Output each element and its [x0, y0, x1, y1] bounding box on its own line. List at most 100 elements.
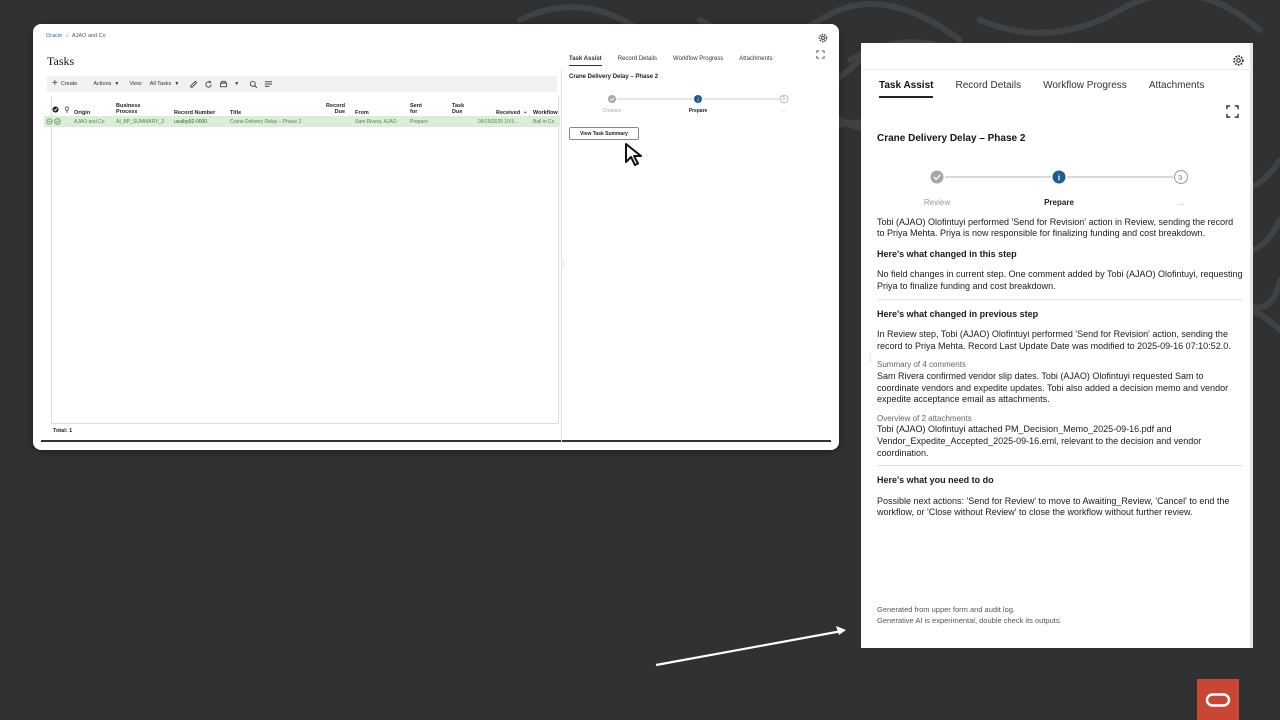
record-title: Crane Delivery Delay – Phase 2	[877, 133, 1026, 144]
panel-header-bar	[861, 43, 1253, 70]
oracle-logo-mark	[1205, 692, 1231, 707]
mini-step-label-next: ...	[781, 108, 787, 114]
tab-attachments[interactable]: Attachments	[1149, 80, 1205, 98]
column-header-record-due[interactable]: Record Due	[323, 103, 345, 115]
table-row[interactable]: AJAO and Co AI_BP_SUMMARY_2 usaibp02-000…	[44, 116, 560, 127]
svg-text:i: i	[1058, 173, 1060, 182]
caret-down-icon[interactable]: ▼	[234, 81, 239, 87]
footnote-experimental: Generative AI is experimental, double ch…	[877, 616, 1062, 625]
gear-icon[interactable]	[817, 32, 829, 44]
chevron-right-icon: ›	[66, 33, 69, 39]
view-value: All Tasks	[149, 81, 172, 87]
footnote-source: Generated from upper form and audit log.	[877, 605, 1015, 614]
refresh-icon[interactable]	[204, 80, 213, 89]
task-assist-panel: Task Assist Record Details Workflow Prog…	[861, 43, 1253, 648]
section-heading-this-step: Here's what changed in this step	[877, 248, 1017, 259]
drag-handle-icon[interactable]: · · ·	[869, 351, 871, 364]
task-assist-content: Crane Delivery Delay – Phase 2 i 3 Revie…	[877, 133, 1243, 519]
step-label-prepare: Prepare	[1044, 197, 1074, 207]
mini-record-title: Crane Delivery Delay – Phase 2	[569, 74, 659, 80]
step-label-next: ...	[1177, 197, 1185, 207]
section-body-todo: Possible next actions: 'Send for Review'…	[877, 495, 1230, 518]
column-header-task-due[interactable]: Task Due	[452, 103, 468, 115]
mini-workflow-stepper: i 3 Creation Prepare ...	[569, 90, 819, 114]
caret-down-icon: ▼	[114, 81, 120, 87]
cell-from: Sam Rivera, AJAO	[355, 119, 397, 125]
section-heading-previous-step: Here's what changed in previous step	[877, 308, 1039, 319]
comments-summary-heading: Summary of 4 comments	[877, 360, 966, 370]
view-task-summary-button[interactable]: View Task Summary	[569, 127, 639, 140]
tab-record-details[interactable]: Record Details	[955, 80, 1021, 98]
print-icon[interactable]	[219, 80, 228, 89]
mini-step-label-creation: Creation	[602, 108, 622, 114]
cell-origin: AJAO and Co	[74, 119, 105, 125]
pointer-arrow	[655, 626, 846, 667]
table-header: Origin Business Process Record Number Ti…	[52, 96, 560, 116]
pin-icon	[64, 106, 70, 115]
row-expand-icon[interactable]	[46, 118, 53, 127]
pencil-icon[interactable]	[189, 80, 198, 89]
view-label: View:	[129, 81, 143, 87]
mini-tab-workflow-progress[interactable]: Workflow Progress	[673, 56, 723, 66]
create-label: Create	[60, 81, 78, 87]
comments-summary-body: Sam Rivera confirmed vendor slip dates. …	[877, 370, 1229, 405]
breadcrumb-root-link[interactable]: Oracle	[46, 33, 62, 39]
tab-workflow-progress[interactable]: Workflow Progress	[1043, 80, 1127, 98]
tasks-screenshot-card: Oracle › AJAO and Co Tasks + Create Acti…	[33, 24, 839, 450]
breadcrumb: Oracle › AJAO and Co	[46, 33, 106, 39]
ai-disclaimer: Generated from upper form and audit log.…	[877, 604, 1062, 626]
cell-title: Crane Delivery Delay – Phase 2	[230, 119, 302, 125]
actions-menu-button[interactable]: Actions ▼	[93, 81, 119, 87]
step-label-review: Review	[923, 197, 951, 207]
attachments-overview-heading: Overview of 2 attachments	[877, 413, 972, 423]
tab-bar: Task Assist Record Details Workflow Prog…	[879, 80, 1204, 98]
cell-received: 09/15/2025 10:5...	[478, 119, 519, 125]
summary-intro: Tobi (AJAO) Olofintuyi performed 'Send f…	[877, 216, 1234, 239]
sort-desc-icon[interactable]: ⌄	[523, 109, 528, 115]
table-total: Total: 1	[53, 428, 73, 434]
attachments-overview-body: Tobi (AJAO) Olofintuyi attached PM_Decis…	[877, 424, 1202, 458]
tasks-page: Oracle › AJAO and Co Tasks + Create Acti…	[41, 30, 831, 442]
select-all-checkbox[interactable]	[52, 106, 59, 115]
actions-label: Actions	[93, 81, 112, 87]
mini-step-label-prepare: Prepare	[688, 108, 708, 114]
caret-down-icon: ▼	[174, 81, 180, 87]
plus-icon: +	[52, 78, 58, 89]
search-icon[interactable]	[249, 80, 258, 89]
drag-handle-icon[interactable]: · · ·	[562, 258, 564, 271]
mini-tab-attachments[interactable]: Attachments	[739, 56, 772, 66]
panel-splitter[interactable]	[561, 70, 562, 442]
stepper-track: i	[930, 169, 1188, 184]
workflow-stepper: i 3 Review Prepare ...	[877, 155, 1243, 211]
breadcrumb-current: AJAO and Co	[72, 33, 106, 39]
mini-tab-record-details[interactable]: Record Details	[618, 56, 657, 66]
mini-tab-bar: Task Assist Record Details Workflow Prog…	[569, 56, 773, 66]
view-selector[interactable]: View: All Tasks ▼	[129, 81, 179, 87]
create-button[interactable]: + Create	[52, 79, 77, 89]
column-header-business-process[interactable]: Business Process	[116, 103, 146, 115]
tasks-toolbar: + Create Actions ▼ View: All Tasks ▼ ▼	[47, 76, 557, 92]
page-title: Tasks	[47, 54, 75, 68]
step-3-number: 3	[1178, 172, 1183, 182]
expand-icon[interactable]	[1226, 105, 1239, 118]
tab-task-assist[interactable]: Task Assist	[879, 80, 934, 98]
expand-icon[interactable]	[816, 50, 825, 59]
column-header-sent-for[interactable]: Sent for	[410, 103, 428, 115]
section-body-this-step: No field changes in current step. One co…	[877, 269, 1243, 291]
section-heading-todo: Here's what you need to do	[877, 475, 994, 486]
cell-workflow: Ball in Co	[533, 119, 555, 125]
mini-step-3-number: 3	[782, 96, 785, 102]
column-settings-icon[interactable]	[264, 80, 273, 89]
svg-text:i: i	[697, 97, 698, 103]
cell-record-number[interactable]: usaibp02-0000	[174, 119, 207, 125]
gear-icon[interactable]	[1232, 54, 1245, 67]
mini-tab-task-assist[interactable]: Task Assist	[569, 56, 602, 66]
section-body-previous-step: In Review step, Tobi (AJAO) Olofintuyi p…	[877, 329, 1231, 351]
row-select-checkbox[interactable]	[54, 118, 61, 127]
cell-sent-for: Prepare	[410, 119, 428, 125]
tasks-table: Origin Business Process Record Number Ti…	[44, 96, 560, 424]
cell-business-process: AI_BP_SUMMARY_2	[116, 119, 164, 125]
mouse-cursor-icon	[625, 143, 642, 166]
panel-scrollbar[interactable]	[1250, 43, 1253, 648]
divider	[877, 298, 1243, 300]
